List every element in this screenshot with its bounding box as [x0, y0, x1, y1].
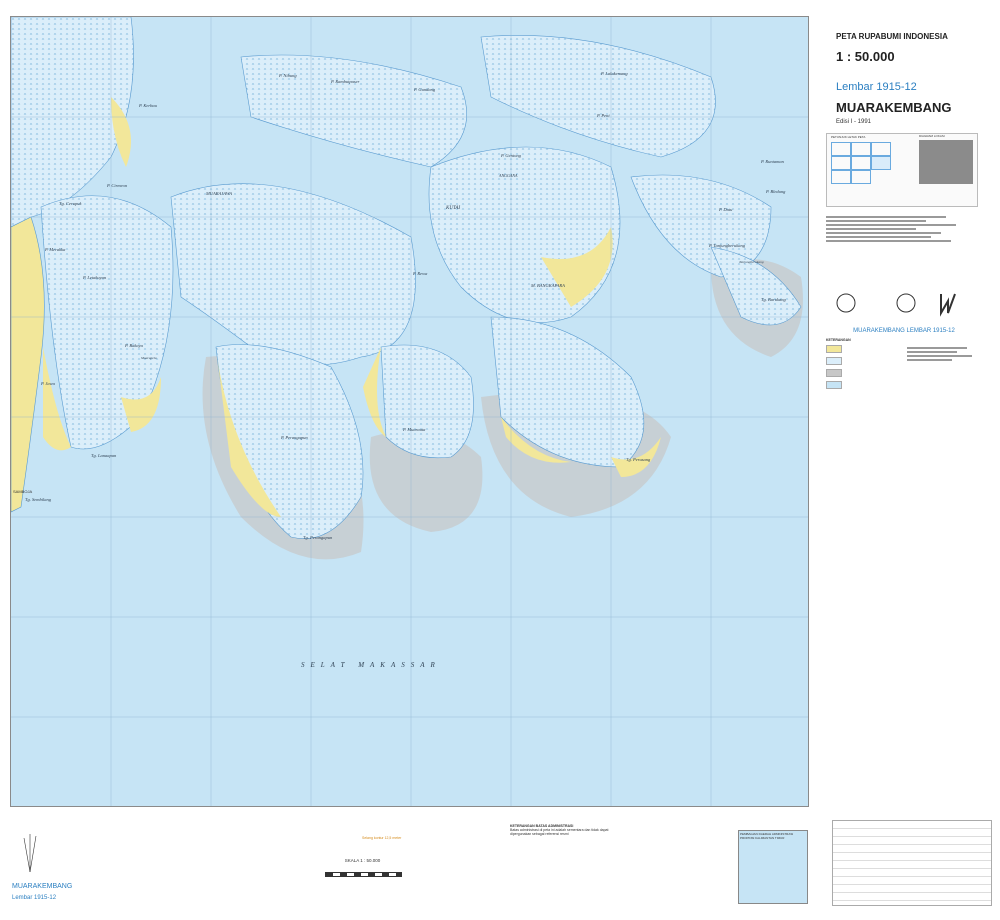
relief-location-diagram: DIAGRAM LOKASI — [919, 134, 973, 184]
series-title: PETA RUPABUMI INDONESIA — [836, 32, 948, 41]
place-label: SAMBOJA — [13, 489, 32, 494]
place-label: P. Kerbau — [138, 103, 158, 108]
place-label: ANGGANA — [498, 173, 518, 178]
place-label: P. Rambutpaser — [330, 79, 360, 84]
map-info-block — [826, 214, 976, 244]
place-label: P. Nibung — [278, 73, 297, 78]
place-label: P. Gentong — [500, 153, 522, 158]
place-label: Tg. Cerupuk — [59, 201, 83, 206]
legend-swatch-marsh — [826, 357, 842, 365]
place-label: P. Tanjungberukang — [708, 243, 746, 248]
place-label: Muarapelu — [140, 356, 157, 360]
index-cell — [831, 142, 851, 156]
sheet-banner: MUARAKEMBANG LEMBAR 1915-12 — [853, 328, 955, 334]
footer-sheet-name: MUARAKEMBANG — [12, 883, 73, 890]
place-label: P. Merakka — [44, 247, 66, 252]
place-label: Tanjungberukang — [739, 260, 764, 264]
place-label: P. Rewa — [412, 271, 428, 276]
place-label: P. Bledung — [765, 189, 786, 194]
contour-interval-note: Selang kontur 12,5 meter — [362, 836, 402, 840]
admin-boundary-note: KETERANGAN BATAS ADMINISTRASI Batas admi… — [510, 824, 630, 836]
admin-inset-map: PEMBAGIAN DAERAH ADMINISTRASI PROPINSI K… — [738, 830, 808, 904]
place-label: P. Lalakemang — [600, 71, 628, 76]
index-cell — [851, 142, 871, 156]
legend-swatch-sand — [826, 345, 842, 353]
place-label: P. Gundang — [413, 87, 436, 92]
legend-keys: KETERANGAN — [826, 338, 984, 393]
bakosurtanal-emblem-icon — [836, 293, 856, 313]
index-cell — [831, 156, 851, 170]
place-label: P. Perangapun — [280, 435, 308, 440]
place-label: P. Muarauta — [402, 427, 426, 432]
footer-sheet-number: Lembar 1915-12 — [12, 895, 57, 901]
legend-swatch-sea — [826, 381, 842, 389]
place-label: P. Runtaman — [760, 159, 785, 164]
place-label: Tg. Perangapun — [303, 535, 333, 540]
place-label: MUARAJAWA — [205, 191, 232, 196]
inset-title: PEMBAGIAN DAERAH ADMINISTRASI PROPINSI K… — [740, 832, 794, 840]
agency-logos — [826, 291, 976, 321]
index-cell — [851, 170, 871, 184]
index-cell — [851, 156, 871, 170]
reference-table — [832, 820, 992, 906]
map-scale: 1 : 50.000 — [836, 49, 895, 64]
place-label: P. Jawa — [40, 381, 56, 386]
place-label: P. Letakuyan — [82, 275, 107, 280]
map-frame[interactable]: SELAT MAKASSAR P. Nibung P. Rambutpaser … — [10, 16, 809, 807]
sheet-name: MUARAKEMBANG — [836, 100, 952, 115]
declination-diagram — [23, 834, 37, 872]
map-canvas[interactable]: SELAT MAKASSAR P. Nibung P. Rambutpaser … — [11, 17, 808, 806]
index-cell-current — [871, 156, 891, 170]
index-title: PETUNJUK LETAK PETA — [831, 135, 866, 139]
place-label: P. Bakaya — [124, 343, 144, 348]
place-label: P. Datu — [718, 207, 733, 212]
admin-note-text: Batas administrasi di peta ini adalah se… — [510, 828, 609, 836]
index-cell — [871, 142, 891, 156]
legend-panel: PETA RUPABUMI INDONESIA 1 : 50.000 Lemba… — [818, 16, 990, 896]
sheet-number: Lembar 1915-12 — [836, 81, 917, 93]
place-label: Tg. Barukang — [761, 297, 787, 302]
north-logo-icon — [940, 293, 956, 317]
edition-label: Edisi I - 1991 — [836, 119, 872, 125]
garuda-emblem-icon — [896, 293, 916, 313]
place-label: P. Peni — [596, 113, 610, 118]
place-label: Tg. Lanaapan — [91, 453, 117, 458]
legend-swatch-shoal — [826, 369, 842, 377]
sheet-index-diagram: PETUNJUK LETAK PETA DIAGRAM LOKASI — [826, 133, 978, 207]
place-label: KUTAI — [445, 206, 460, 211]
index-cell — [831, 170, 851, 184]
scale-bar — [325, 872, 402, 877]
scale-label: SKALA 1 : 50.000 — [344, 858, 381, 863]
place-label: M. BANGKAPARA — [530, 283, 565, 288]
place-label: Tg. Sembilang — [25, 497, 52, 502]
place-label: Tg. Perusang — [626, 457, 651, 462]
legend-keys-title: KETERANGAN — [826, 338, 851, 342]
sea-label: SELAT MAKASSAR — [301, 661, 441, 669]
place-label: P. Cirmeon — [106, 183, 128, 188]
relief-title: DIAGRAM LOKASI — [919, 134, 945, 138]
